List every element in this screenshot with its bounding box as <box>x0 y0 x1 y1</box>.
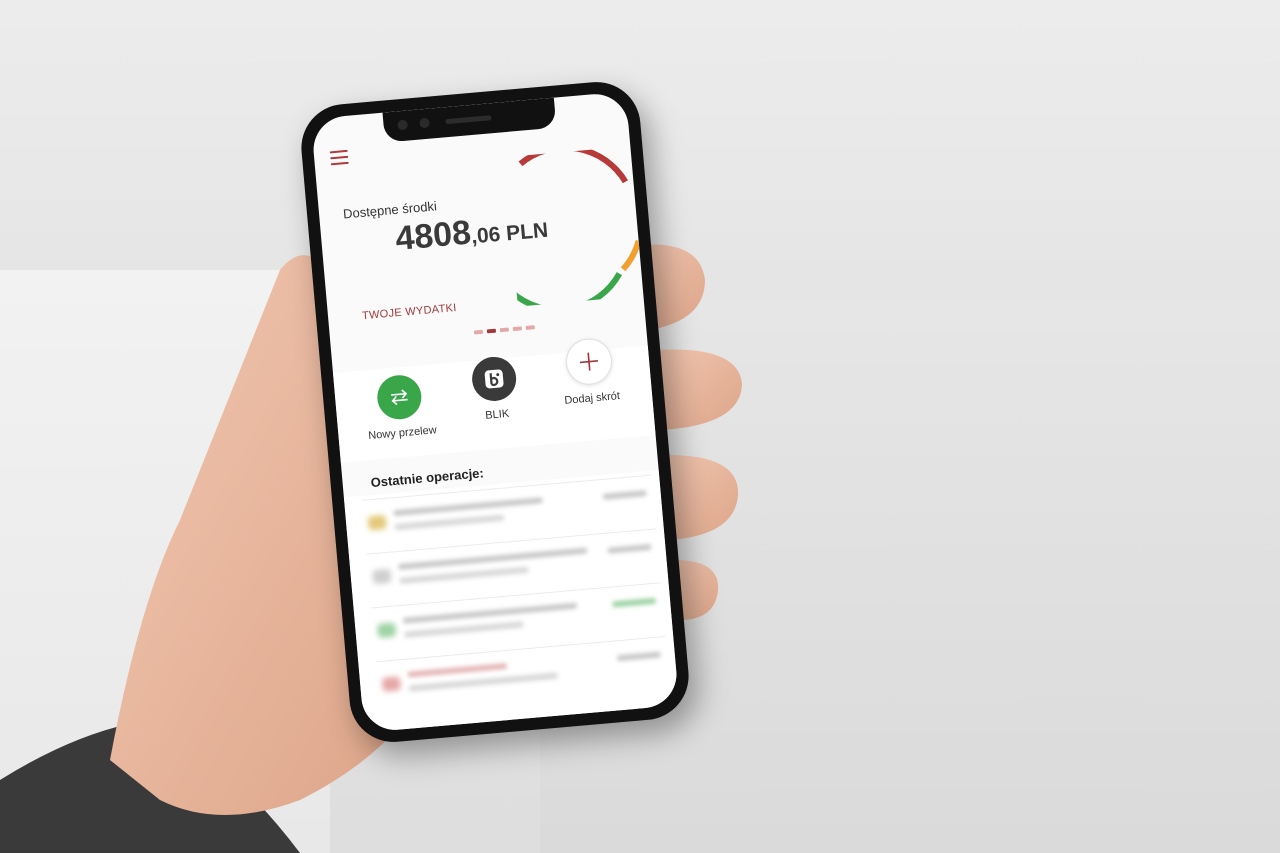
phone: Dostępne środki 4808,06 PLN TWOJE WYDATK… <box>297 78 693 746</box>
speaker-grille <box>445 115 492 125</box>
blurred-text <box>397 547 588 571</box>
transaction-icon <box>377 622 397 639</box>
ring-segment-orange <box>620 239 642 272</box>
add-shortcut-button[interactable]: Dodaj skrót <box>539 335 640 409</box>
add-shortcut-label: Dodaj skrót <box>563 390 621 407</box>
blurred-text <box>402 602 578 624</box>
transaction-icon <box>372 568 392 585</box>
blik-icon <box>470 355 518 403</box>
blurred-text <box>394 514 505 531</box>
blurred-text <box>393 497 544 517</box>
transfer-arrows-icon <box>375 373 424 422</box>
shortcuts-bar: Nowy przelew BLIK Dodaj skrót <box>332 336 656 463</box>
carousel-dot[interactable] <box>525 325 535 330</box>
balance-integer: 4808 <box>393 213 473 258</box>
your-spending-link[interactable]: TWOJE WYDATKI <box>362 302 457 322</box>
blurred-text <box>407 662 508 678</box>
recent-operations-list <box>343 469 680 733</box>
plus-icon <box>564 336 614 387</box>
blurred-text <box>403 621 524 638</box>
carousel-dot[interactable] <box>473 329 484 335</box>
blurred-text <box>399 566 530 584</box>
sensor-icon <box>419 117 430 129</box>
ring-segment-red <box>518 144 629 184</box>
blurred-amount <box>607 543 652 554</box>
blik-label: BLIK <box>484 407 510 422</box>
phone-body: Dostępne środki 4808,06 PLN TWOJE WYDATK… <box>297 78 693 746</box>
new-transfer-button[interactable]: Nowy przelew <box>350 371 451 443</box>
app-screen: Dostępne środki 4808,06 PLN TWOJE WYDATK… <box>310 91 680 733</box>
carousel-dot[interactable] <box>499 327 510 333</box>
camera-icon <box>397 119 409 131</box>
new-transfer-label: Nowy przelew <box>367 424 438 443</box>
carousel-dot[interactable] <box>512 326 522 332</box>
transaction-icon <box>367 514 387 531</box>
blurred-amount <box>616 651 662 662</box>
transaction-icon <box>381 676 401 692</box>
carousel-indicator[interactable] <box>473 325 535 335</box>
blik-button[interactable]: BLIK <box>444 353 545 425</box>
ring-segment-green <box>509 272 623 307</box>
carousel-dot-active[interactable] <box>486 328 497 334</box>
hamburger-menu-icon[interactable] <box>329 149 349 166</box>
spending-ring-chart[interactable] <box>505 144 658 307</box>
phone-notch <box>382 97 557 143</box>
blurred-amount <box>602 490 647 500</box>
blurred-amount <box>611 597 657 608</box>
